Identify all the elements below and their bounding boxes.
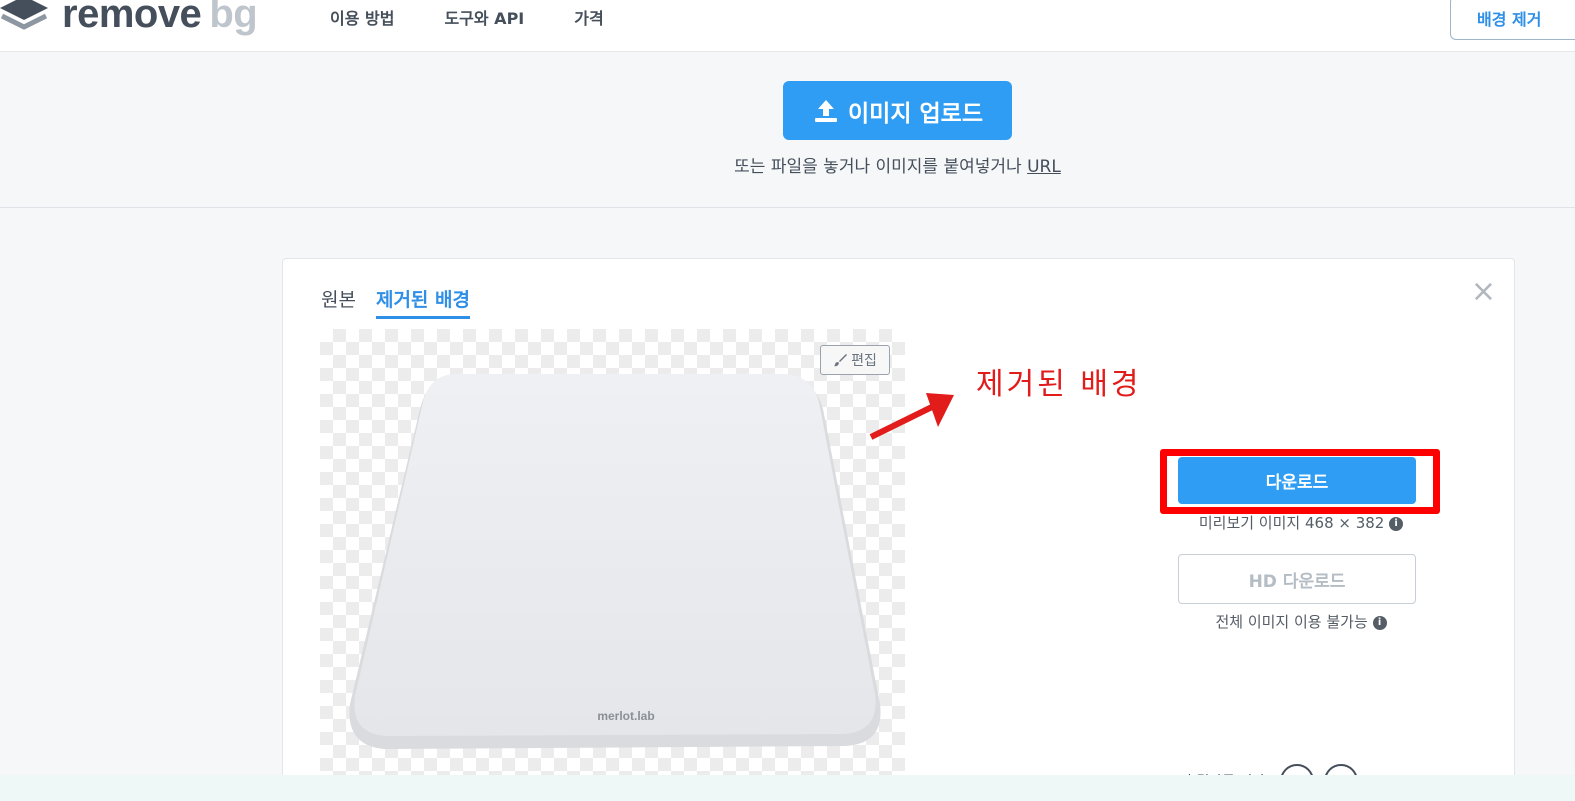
full-image-info: 전체 이미지 이용 불가능 i	[1151, 611, 1451, 632]
remove-background-button[interactable]: 배경 제거	[1450, 0, 1575, 40]
logo-text-bg: bg	[209, 0, 258, 36]
edit-label: 편집	[851, 353, 877, 369]
full-image-info-text: 전체 이미지 이용 불가능	[1215, 613, 1368, 631]
logo-text-remove: remove	[62, 0, 202, 36]
top-header: remove bg 이용 방법 도구와 API 가격 배경 제거	[0, 0, 1575, 52]
logo[interactable]: remove bg	[0, 0, 258, 38]
info-icon[interactable]: i	[1372, 615, 1387, 630]
nav-how-to-use[interactable]: 이용 방법	[330, 5, 394, 29]
close-icon[interactable]: ×	[1471, 277, 1496, 307]
annotation-arrow-icon	[869, 393, 954, 440]
info-icon[interactable]: i	[1389, 516, 1404, 531]
hd-download-button[interactable]: HD 다운로드	[1178, 554, 1416, 604]
result-card: 원본 제거된 배경 × merlot.lab 편집 제거된 배경 다운로드 미리…	[282, 258, 1515, 801]
bottom-banner	[0, 775, 1575, 801]
download-button[interactable]: 다운로드	[1178, 457, 1416, 504]
annotation-text: 제거된 배경	[976, 367, 1142, 402]
tab-removed-background[interactable]: 제거된 배경	[375, 285, 470, 319]
edit-button[interactable]: 편집	[820, 345, 890, 375]
logo-layers-icon	[0, 0, 48, 30]
url-link[interactable]: URL	[1027, 157, 1061, 177]
tab-original[interactable]: 원본	[321, 285, 356, 319]
nav-pricing[interactable]: 가격	[574, 5, 603, 29]
result-preview: merlot.lab 편집	[320, 329, 905, 779]
result-tabs: 원본 제거된 배경	[321, 285, 470, 319]
upload-hint-text: 또는 파일을 놓거나 이미지를 붙여넣거나	[734, 157, 1022, 177]
nav-tools-api[interactable]: 도구와 API	[444, 5, 524, 29]
upload-button-label: 이미지 업로드	[848, 100, 983, 127]
brush-icon	[834, 354, 848, 367]
upload-hint: 또는 파일을 놓거나 이미지를 붙여넣거나 URL	[0, 152, 1575, 177]
main-nav: 이용 방법 도구와 API 가격	[330, 5, 604, 29]
product-label: merlot.lab	[597, 709, 654, 723]
upload-image-button[interactable]: 이미지 업로드	[783, 81, 1012, 140]
preview-info: 미리보기 이미지 468 × 382 i	[1151, 512, 1451, 533]
upload-icon	[815, 99, 838, 122]
upload-area: 이미지 업로드 또는 파일을 놓거나 이미지를 붙여넣거나 URL	[0, 53, 1575, 208]
product-image: merlot.lab	[349, 374, 881, 749]
preview-info-text: 미리보기 이미지 468 × 382	[1198, 514, 1385, 532]
